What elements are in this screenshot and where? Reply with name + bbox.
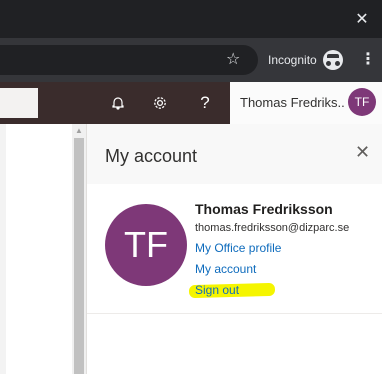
scroll-thumb[interactable] — [74, 138, 84, 374]
help-button[interactable]: ? — [194, 82, 216, 124]
sign-out-link[interactable]: Sign out — [195, 283, 239, 297]
screen: ✕ ☆ Incognito ⋮ ? Thomas Fredriks.. TF ▲ — [0, 0, 382, 374]
search-box[interactable] — [0, 88, 38, 118]
panel-empty-area — [87, 314, 382, 374]
close-window-icon: ✕ — [355, 11, 369, 28]
notifications-button[interactable] — [106, 82, 130, 124]
account-card: TF Thomas Fredriksson thomas.fredriksson… — [87, 184, 382, 314]
user-email: thomas.fredriksson@dizparc.se — [195, 222, 350, 234]
gear-icon — [154, 97, 166, 109]
panel-title: My account — [105, 146, 198, 166]
account-manager-button[interactable]: Thomas Fredriks.. TF — [230, 82, 382, 124]
settings-button[interactable] — [148, 82, 172, 124]
close-icon[interactable]: ✕ — [355, 142, 370, 162]
header-user-name: Thomas Fredriks.. — [240, 95, 345, 110]
address-bar[interactable] — [0, 45, 258, 75]
vertical-scrollbar[interactable]: ▲ — [72, 124, 86, 374]
sign-out-wrapper: Sign out — [188, 280, 276, 301]
incognito-icon — [322, 50, 343, 70]
user-full-name: Thomas Fredriksson — [195, 201, 333, 217]
incognito-indicator[interactable]: Incognito — [268, 48, 343, 72]
left-gutter — [0, 124, 6, 374]
window-close-button[interactable]: ✕ — [342, 0, 382, 38]
user-info: Thomas Fredriksson thomas.fredriksson@di… — [188, 200, 350, 301]
panel-header: My account ✕ — [87, 124, 382, 184]
my-account-link[interactable]: My account — [195, 259, 349, 280]
user-avatar[interactable]: TF — [105, 204, 187, 286]
my-office-profile-link[interactable]: My Office profile — [195, 238, 349, 259]
page-content: ▲ My account ✕ TF Thomas Fredriksson tho… — [0, 124, 382, 374]
browser-toolbar: ☆ Incognito ⋮ — [0, 38, 382, 82]
question-mark-icon: ? — [200, 93, 210, 112]
my-account-panel: My account ✕ TF Thomas Fredriksson thoma… — [86, 124, 382, 374]
incognito-label: Incognito — [268, 53, 317, 67]
scroll-up-icon[interactable]: ▲ — [74, 126, 84, 136]
bell-icon — [112, 97, 124, 110]
header-avatar: TF — [348, 88, 376, 116]
browser-menu-icon[interactable]: ⋮ — [360, 48, 376, 72]
bookmark-star-icon[interactable]: ☆ — [226, 48, 240, 72]
